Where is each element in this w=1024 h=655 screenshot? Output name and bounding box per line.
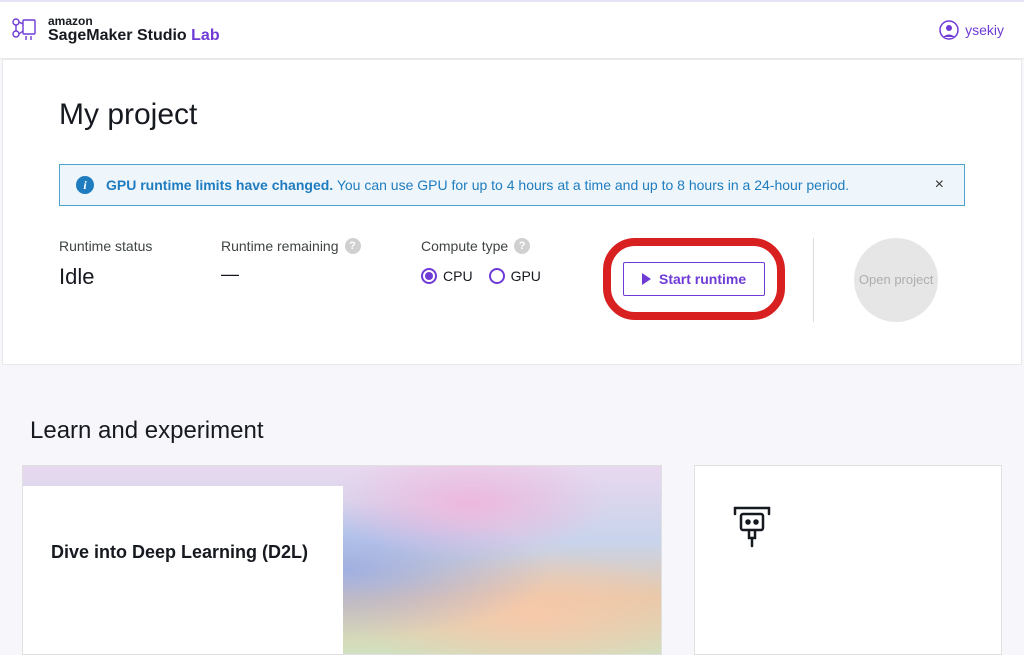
alert-message: You can use GPU for up to 4 hours at a t… bbox=[337, 177, 849, 193]
app-header: amazon SageMaker Studio Lab ysekiy bbox=[0, 2, 1024, 59]
learn-card-title: Dive into Deep Learning (D2L) bbox=[51, 542, 327, 563]
page-title: My project bbox=[59, 98, 965, 132]
open-project-button: Open project bbox=[854, 238, 938, 322]
compute-gpu-radio[interactable]: GPU bbox=[489, 268, 541, 284]
runtime-status-value: Idle bbox=[59, 264, 221, 290]
learn-section-title: Learn and experiment bbox=[2, 417, 1022, 465]
runtime-remaining-value: — bbox=[221, 264, 421, 285]
vertical-divider bbox=[813, 238, 814, 322]
username: ysekiy bbox=[965, 22, 1004, 38]
project-card: My project i GPU runtime limits have cha… bbox=[2, 59, 1022, 365]
help-icon[interactable]: ? bbox=[345, 238, 361, 254]
robot-icon bbox=[731, 502, 773, 550]
user-menu[interactable]: ysekiy bbox=[939, 20, 1004, 40]
brand-main-text: SageMaker Studio Lab bbox=[48, 28, 220, 45]
alert-strong-text: GPU runtime limits have changed. bbox=[106, 177, 333, 193]
compute-cpu-radio[interactable]: CPU bbox=[421, 268, 473, 284]
learn-card-secondary[interactable] bbox=[694, 465, 1002, 655]
info-alert: i GPU runtime limits have changed. You c… bbox=[59, 164, 965, 206]
sagemaker-logo-icon bbox=[8, 14, 40, 46]
highlight-annotation: Start runtime bbox=[603, 238, 785, 320]
alert-close-button[interactable]: × bbox=[931, 176, 948, 194]
runtime-remaining-label: Runtime remaining ? bbox=[221, 238, 421, 254]
runtime-status-label: Runtime status bbox=[59, 238, 221, 254]
learn-card-d2l[interactable]: Dive into Deep Learning (D2L) bbox=[22, 465, 662, 655]
info-icon: i bbox=[76, 176, 94, 194]
brand-logo[interactable]: amazon SageMaker Studio Lab bbox=[8, 14, 220, 46]
play-icon bbox=[642, 273, 651, 285]
help-icon[interactable]: ? bbox=[514, 238, 530, 254]
compute-type-label: Compute type ? bbox=[421, 238, 599, 254]
user-avatar-icon bbox=[939, 20, 959, 40]
start-runtime-button[interactable]: Start runtime bbox=[623, 262, 765, 296]
